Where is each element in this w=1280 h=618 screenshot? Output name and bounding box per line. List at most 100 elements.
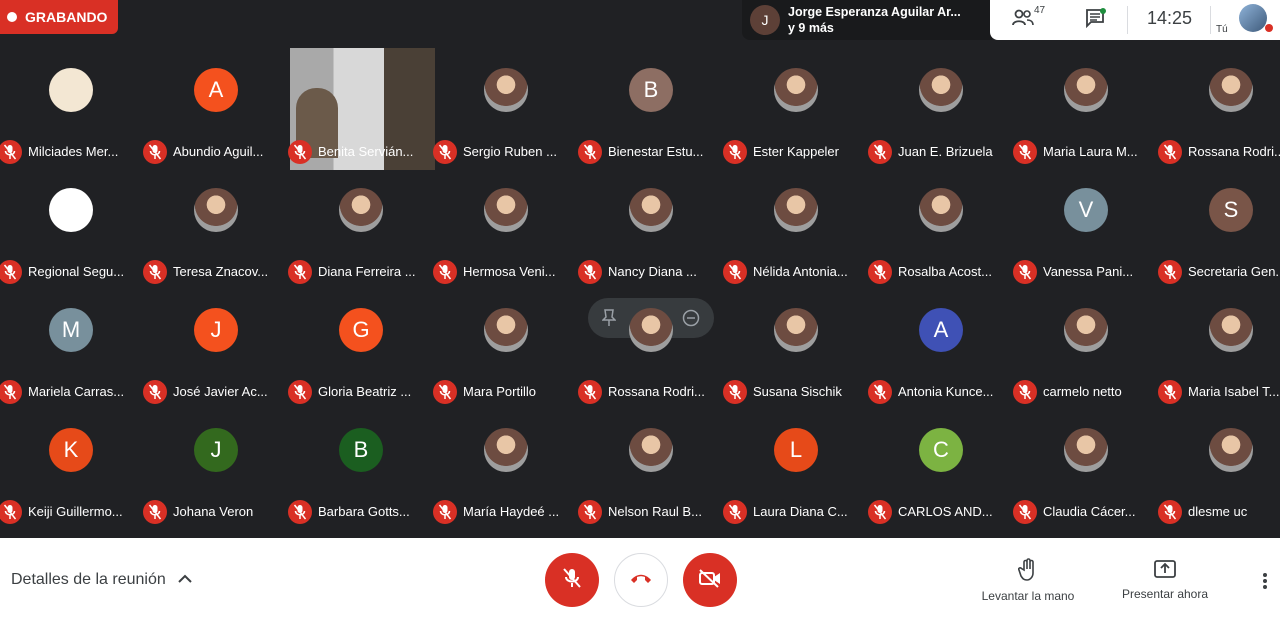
mic-off-icon [1013, 260, 1037, 284]
mic-off-icon [578, 260, 602, 284]
mic-off-icon [0, 500, 22, 524]
bottom-toolbar: Detalles de la reunión Levantar la mano … [0, 538, 1280, 618]
participant-name: Milciades Mer... [28, 144, 119, 159]
participant-avatar [49, 188, 93, 232]
microphone-toggle-button[interactable] [545, 553, 599, 607]
participant-tile[interactable]: Claudia Cácer... [1013, 408, 1170, 528]
mic-off-icon [143, 380, 167, 404]
participant-avatar [629, 428, 673, 472]
participant-tile[interactable]: V Vanessa Pani... [1013, 168, 1170, 288]
mic-off-icon [143, 140, 167, 164]
participant-tile[interactable]: Maria Isabel T... [1158, 288, 1280, 408]
participant-tile[interactable]: J Johana Veron [143, 408, 300, 528]
participant-tile[interactable]: S Secretaria Gen... [1158, 168, 1280, 288]
participant-avatar: M [49, 308, 93, 352]
mic-off-icon [1158, 140, 1182, 164]
active-speaker-panel[interactable]: J Jorge Esperanza Aguilar Ar... y 9 más [742, 0, 992, 40]
remove-icon[interactable] [682, 309, 700, 332]
meeting-time: 14:25 [1147, 8, 1193, 28]
participant-tile[interactable]: K Keiji Guillermo... [0, 408, 155, 528]
participant-tile[interactable]: Ester Kappeler [723, 48, 880, 168]
raise-hand-button[interactable]: Levantar la mano [968, 558, 1088, 603]
participant-tile[interactable]: María Haydeé ... [433, 408, 590, 528]
participant-tile[interactable]: A Abundio Aguil... [143, 48, 300, 168]
active-speaker-more: y 9 más [788, 21, 834, 35]
participant-avatar [629, 188, 673, 232]
participant-avatar: B [629, 68, 673, 112]
participant-tile[interactable]: B Bienestar Estu... [578, 48, 735, 168]
participant-avatar: A [919, 308, 963, 352]
participant-tile[interactable]: G Gloria Beatriz ... [288, 288, 445, 408]
self-avatar[interactable] [1239, 4, 1267, 32]
participant-avatar [1209, 308, 1253, 352]
participant-avatar: B [339, 428, 383, 472]
chat-icon[interactable] [1085, 8, 1107, 33]
mic-off-icon [1013, 500, 1037, 524]
participant-name: Maria Isabel T... [1188, 384, 1280, 399]
participant-tile[interactable]: Maria Laura M... [1013, 48, 1170, 168]
participant-tile[interactable]: Mara Portillo [433, 288, 590, 408]
recording-badge: GRABANDO [0, 0, 118, 34]
participant-name: Mariela Carras... [28, 384, 125, 399]
participant-tile[interactable]: Susana Sischik [723, 288, 880, 408]
participant-tile[interactable]: Benita Servián... [288, 48, 445, 170]
present-now-button[interactable]: Presentar ahora [1105, 558, 1225, 601]
participant-tile[interactable]: M Mariela Carras... [0, 288, 155, 408]
participant-avatar [484, 188, 528, 232]
participant-tile[interactable]: C CARLOS AND... [868, 408, 1025, 528]
participant-tile[interactable]: Rossana Rodri... [578, 288, 735, 408]
participant-tile[interactable]: Milciades Mer... [0, 48, 155, 168]
participant-name: Ester Kappeler [753, 144, 839, 159]
participant-tile[interactable]: Nancy Diana ... [578, 168, 735, 288]
people-icon[interactable] [1012, 9, 1034, 32]
participant-avatar: K [49, 428, 93, 472]
self-muted-indicator [1265, 24, 1273, 32]
participant-name: carmelo netto [1043, 384, 1122, 399]
participant-tile[interactable]: Hermosa Veni... [433, 168, 590, 288]
participant-avatar [484, 428, 528, 472]
mic-off-icon [433, 260, 457, 284]
mic-off-icon [433, 140, 457, 164]
active-speaker-avatar: J [750, 5, 780, 35]
mic-off-icon [0, 260, 22, 284]
participant-avatar: G [339, 308, 383, 352]
participant-tile[interactable]: Nélida Antonia... [723, 168, 880, 288]
participant-tile[interactable]: Nelson Raul B... [578, 408, 735, 528]
participant-name: Rosalba Acost... [898, 264, 992, 279]
divider [1210, 6, 1211, 34]
participant-tile[interactable]: J José Javier Ac... [143, 288, 300, 408]
mic-off-icon [288, 380, 312, 404]
participant-name: Nancy Diana ... [608, 264, 697, 279]
meeting-details-button[interactable]: Detalles de la reunión [11, 571, 192, 589]
participant-tile[interactable]: carmelo netto [1013, 288, 1170, 408]
mic-off-icon [143, 500, 167, 524]
participant-tile[interactable]: dlesme uc [1158, 408, 1280, 528]
recording-label: GRABANDO [25, 9, 108, 25]
camera-toggle-button[interactable] [683, 553, 737, 607]
participant-tile[interactable]: Teresa Znacov... [143, 168, 300, 288]
mic-off-icon [1158, 380, 1182, 404]
participant-tile[interactable]: B Barbara Gotts... [288, 408, 445, 528]
participant-tile[interactable]: Regional Segu... [0, 168, 155, 288]
mic-off-icon [433, 500, 457, 524]
participant-tile[interactable]: A Antonia Kunce... [868, 288, 1025, 408]
more-options-icon[interactable] [1262, 572, 1268, 595]
leave-call-button[interactable] [614, 553, 668, 607]
participant-name: María Haydeé ... [463, 504, 560, 519]
mic-off-icon [868, 260, 892, 284]
meeting-info-panel: 47 14:25 Tú [990, 0, 1280, 40]
participant-name: Regional Segu... [28, 264, 125, 279]
participant-avatar [339, 188, 383, 232]
participant-tile[interactable]: Rossana Rodri... [1158, 48, 1280, 168]
participant-tile[interactable]: Diana Ferreira ... [288, 168, 445, 288]
participant-name: Benita Servián... [318, 144, 414, 159]
mic-off-icon [288, 260, 312, 284]
participant-name: dlesme uc [1188, 504, 1248, 519]
participant-tile[interactable]: Sergio Ruben ... [433, 48, 590, 168]
participant-tile[interactable]: Rosalba Acost... [868, 168, 1025, 288]
participant-avatar: C [919, 428, 963, 472]
participant-name: Vanessa Pani... [1043, 264, 1134, 279]
participant-tile[interactable]: L Laura Diana C... [723, 408, 880, 528]
pin-icon[interactable] [601, 309, 617, 332]
participant-tile[interactable]: Juan E. Brizuela [868, 48, 1025, 168]
